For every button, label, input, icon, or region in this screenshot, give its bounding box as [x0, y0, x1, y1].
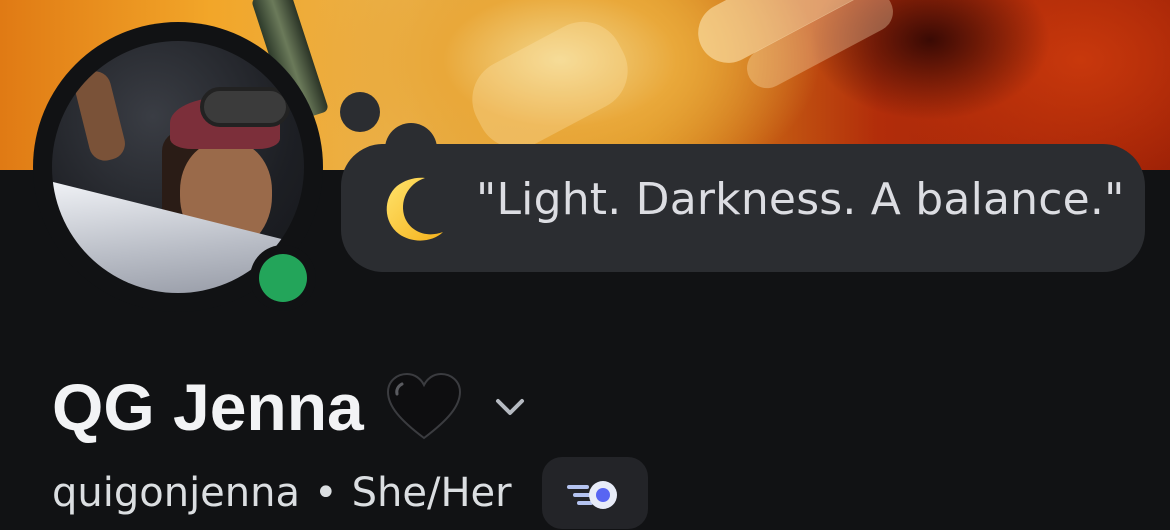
user-info-row: quigonjenna • She/Her [52, 457, 648, 529]
username: quigonjenna [52, 470, 301, 516]
black-heart-icon [386, 372, 461, 440]
nitro-badge[interactable] [541, 457, 648, 529]
display-name-row[interactable]: QG Jenna [52, 362, 530, 452]
avatar-peace-hand [71, 67, 129, 165]
crescent-moon-icon [386, 177, 443, 241]
online-status-dot [259, 254, 307, 302]
nitro-icon [566, 481, 617, 509]
separator-dot: • [314, 470, 338, 516]
chevron-down-icon[interactable] [490, 387, 530, 427]
display-name: QG Jenna [52, 370, 364, 444]
banner-highlight [458, 7, 642, 163]
custom-status-bubble[interactable]: "Light. Darkness. A balance." [341, 144, 1145, 272]
online-status-indicator [250, 245, 316, 311]
custom-status-text: "Light. Darkness. A balance." [476, 174, 1125, 225]
avatar-goggles [200, 87, 290, 127]
status-thought-dot-small [340, 92, 380, 132]
pronouns: She/Her [351, 470, 512, 516]
